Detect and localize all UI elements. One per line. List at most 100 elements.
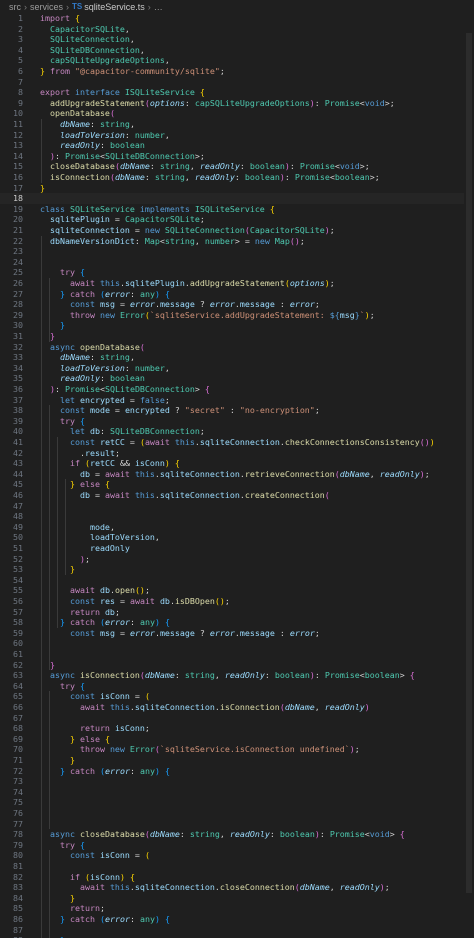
code-line[interactable]: 33 dbName: string, (0, 352, 474, 363)
code-line[interactable]: 76 (0, 808, 474, 819)
code-area[interactable]: 1 import {2 CapacitorSQLite, 3 SQLiteConne… (0, 13, 474, 938)
code-line[interactable]: 40 let db: SQLiteDBConnection; (0, 426, 474, 437)
code-line[interactable]: 56 const res = await db.isDBOpen(); (0, 596, 474, 607)
code-line[interactable]: 78 async closeDatabase(dbName: string, r… (0, 829, 474, 840)
code-line[interactable]: 16 isConnection(dbName: string, readOnly… (0, 172, 474, 183)
vertical-scrollbar[interactable] (464, 13, 474, 938)
code-line[interactable]: 57 return db; (0, 607, 474, 618)
code-line[interactable]: 60 (0, 638, 474, 649)
code-line[interactable]: 10 openDatabase( (0, 108, 474, 119)
code-line[interactable]: 50 loadToVersion, (0, 532, 474, 543)
code-line[interactable]: 64 try { (0, 681, 474, 692)
code-line[interactable]: 30 } (0, 320, 474, 331)
code-line[interactable]: 35 readOnly: boolean (0, 373, 474, 384)
code-line[interactable]: 19 class SQLiteService implements ISQLite… (0, 204, 474, 215)
code-line[interactable]: 49 mode, (0, 522, 474, 533)
code-line[interactable]: 62 } (0, 660, 474, 671)
code-line[interactable]: 82 if (isConn) { (0, 872, 474, 883)
code-line[interactable]: 70 throw new Error(`sqliteService.isConn… (0, 744, 474, 755)
code-line[interactable]: 1 import { (0, 13, 474, 24)
code-line[interactable]: 44 db = await this.sqliteConnection.retr… (0, 469, 474, 480)
code-line[interactable]: 83 await this.sqliteConnection.closeConn… (0, 882, 474, 893)
code-line[interactable]: 42 .result; (0, 448, 474, 459)
code-line[interactable]: 4 SQLiteDBConnection, (0, 45, 474, 56)
code-line[interactable]: 25 try { (0, 267, 474, 278)
code-line[interactable]: 36 ): Promise<SQLiteDBConnection> { (0, 384, 474, 395)
code-line[interactable]: 67 (0, 713, 474, 724)
code-line[interactable]: 21 sqliteConnection = new SQLiteConnecti… (0, 225, 474, 236)
code-token: interface (74, 87, 125, 98)
code-line[interactable]: 8 export interface ISQLiteService { (0, 87, 474, 98)
code-line[interactable]: 24 (0, 257, 474, 268)
code-line[interactable]: 43 if (retCC && isConn) { (0, 458, 474, 469)
code-line[interactable]: 73 (0, 776, 474, 787)
code-line[interactable]: 80 const isConn = ( (0, 850, 474, 861)
code-line[interactable]: 71 } (0, 755, 474, 766)
code-line[interactable]: 29 throw new Error(`sqliteService.addUpg… (0, 310, 474, 321)
code-line[interactable]: 32 async openDatabase( (0, 342, 474, 353)
code-line[interactable]: 45 } else { (0, 479, 474, 490)
code-line[interactable]: 9 addUpgradeStatement(options: capSQLite… (0, 98, 474, 109)
code-line[interactable]: 38 const mode = encrypted ? "secret" : "… (0, 405, 474, 416)
code-line[interactable]: 14 ): Promise<SQLiteDBConnection>; (0, 151, 474, 162)
code-line[interactable]: 59 const msg = error.message ? error.mes… (0, 628, 474, 639)
code-line[interactable]: 74 (0, 787, 474, 798)
code-line[interactable]: 54 (0, 575, 474, 586)
code-line[interactable]: 58 } catch (error: any) { (0, 617, 474, 628)
code-line[interactable]: 37 let encrypted = false; (0, 395, 474, 406)
code-line[interactable]: 6} from "@capacitor-community/sqlite"; (0, 66, 474, 77)
code-line[interactable]: 28 const msg = error.message ? error.mes… (0, 299, 474, 310)
code-line[interactable]: 17} (0, 183, 474, 194)
code-line[interactable]: 31 } (0, 331, 474, 342)
code-line[interactable]: 69 } else { (0, 734, 474, 745)
code-line[interactable]: 18 (0, 193, 474, 204)
code-token: = (109, 405, 125, 416)
code-line[interactable]: 46 db = await this.sqliteConnection.crea… (0, 490, 474, 501)
code-line[interactable]: 47 (0, 501, 474, 512)
code-line[interactable]: 12 loadToVersion: number, (0, 130, 474, 141)
code-line[interactable]: 7 (0, 77, 474, 88)
code-line[interactable]: 75 (0, 797, 474, 808)
code-line[interactable]: 65 const isConn = ( (0, 691, 474, 702)
code-editor[interactable]: src › services › TS sqliteService.ts › …… (0, 0, 474, 938)
code-line[interactable]: 51 readOnly (0, 543, 474, 554)
breadcrumb-symbols[interactable]: … (154, 2, 163, 12)
code-line[interactable]: 26 await this.sqlitePlugin.addUpgradeSta… (0, 278, 474, 289)
code-line[interactable]: 72 } catch (error: any) { (0, 766, 474, 777)
code-line[interactable]: 2 CapacitorSQLite, (0, 24, 474, 35)
code-line[interactable]: 3 SQLiteConnection, (0, 34, 474, 45)
code-line[interactable]: 86 } catch (error: any) { (0, 914, 474, 925)
code-token: open (114, 585, 135, 596)
code-line[interactable]: 84 } (0, 893, 474, 904)
code-line[interactable]: 23 (0, 246, 474, 257)
code-line[interactable]: 27 } catch (error: any) { (0, 289, 474, 300)
code-line[interactable]: 79 try { (0, 840, 474, 851)
code-text: } else { (40, 479, 110, 490)
code-line[interactable]: 48 (0, 511, 474, 522)
code-line[interactable]: 5 capSQLiteUpgradeOptions, (0, 55, 474, 66)
code-line[interactable]: 66 await this.sqliteConnection.isConnect… (0, 702, 474, 713)
line-number: 74 (13, 786, 23, 797)
code-line[interactable]: 87 (0, 925, 474, 936)
code-line[interactable]: 68 return isConn; (0, 723, 474, 734)
code-line[interactable]: 39 try { (0, 416, 474, 427)
code-line[interactable]: 81 (0, 861, 474, 872)
code-line[interactable]: 20 sqlitePlugin = CapacitorSQLite; (0, 214, 474, 225)
code-line[interactable]: 11 dbName: string, (0, 119, 474, 130)
code-line[interactable]: 15 closeDatabase(dbName: string, readOnl… (0, 161, 474, 172)
scrollbar-thumb[interactable] (466, 33, 472, 893)
code-line[interactable]: 85 return; (0, 903, 474, 914)
code-line[interactable]: 22 dbNameVersionDict: Map<string, number… (0, 236, 474, 247)
code-line[interactable]: 63 async isConnection(dbName: string, re… (0, 670, 474, 681)
code-line[interactable]: 61 (0, 649, 474, 660)
code-line[interactable]: 34 loadToVersion: number, (0, 363, 474, 374)
breadcrumb-file[interactable]: sqliteService.ts (84, 2, 145, 12)
code-line[interactable]: 55 await db.open(); (0, 585, 474, 596)
code-line[interactable]: 41 const retCC = (await this.sqliteConne… (0, 437, 474, 448)
code-line[interactable]: 13 readOnly: boolean (0, 140, 474, 151)
code-line[interactable]: 52 ); (0, 554, 474, 565)
breadcrumb-folder-src[interactable]: src (9, 2, 21, 12)
code-line[interactable]: 53 } (0, 564, 474, 575)
code-line[interactable]: 77 (0, 819, 474, 830)
breadcrumb-folder-services[interactable]: services (30, 2, 63, 12)
